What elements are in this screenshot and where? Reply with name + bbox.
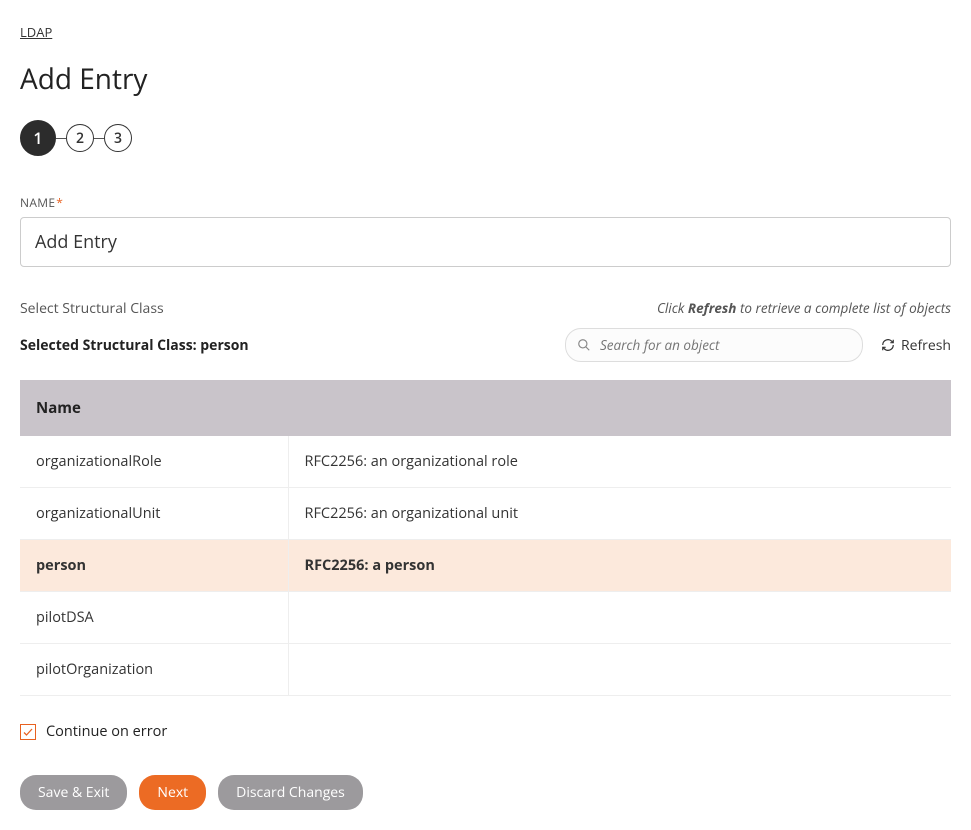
table-row[interactable]: pilotOrganization	[20, 644, 951, 696]
step-connector	[94, 138, 104, 139]
step-3[interactable]: 3	[104, 124, 132, 152]
class-name-cell: person	[20, 540, 288, 592]
table-row[interactable]: organizationalRoleRFC2256: an organizati…	[20, 436, 951, 488]
refresh-icon	[881, 338, 895, 352]
breadcrumb-ldap[interactable]: LDAP	[20, 23, 52, 41]
check-icon	[22, 726, 34, 738]
select-structural-class-title: Select Structural Class	[20, 299, 164, 318]
required-mark: *	[56, 194, 63, 211]
table-row[interactable]: organizationalUnitRFC2256: an organizati…	[20, 488, 951, 540]
class-name-cell: pilotDSA	[20, 592, 288, 644]
class-desc-cell	[288, 592, 951, 644]
page-title: Add Entry	[20, 60, 951, 98]
refresh-hint: Click Refresh to retrieve a complete lis…	[657, 299, 951, 317]
name-field-label: NAME*	[20, 194, 951, 211]
table-header-name[interactable]: Name	[20, 380, 288, 436]
save-exit-button[interactable]: Save & Exit	[20, 775, 127, 810]
search-input[interactable]	[565, 328, 863, 362]
table-header-desc	[288, 380, 951, 436]
class-name-cell: organizationalRole	[20, 436, 288, 488]
step-1[interactable]: 1	[20, 120, 56, 156]
class-name-cell: pilotOrganization	[20, 644, 288, 696]
class-desc-cell: RFC2256: an organizational role	[288, 436, 951, 488]
table-row[interactable]: personRFC2256: a person	[20, 540, 951, 592]
class-desc-cell: RFC2256: an organizational unit	[288, 488, 951, 540]
search-icon	[577, 338, 591, 352]
structural-class-table: Name organizationalRoleRFC2256: an organ…	[20, 380, 951, 696]
selected-structural-class: Selected Structural Class: person	[20, 336, 249, 355]
class-name-cell: organizationalUnit	[20, 488, 288, 540]
continue-on-error-label: Continue on error	[46, 722, 167, 741]
refresh-button[interactable]: Refresh	[881, 336, 951, 355]
next-button[interactable]: Next	[139, 775, 206, 810]
refresh-button-label: Refresh	[901, 336, 951, 355]
name-input[interactable]	[20, 217, 951, 267]
table-row[interactable]: pilotDSA	[20, 592, 951, 644]
class-desc-cell	[288, 644, 951, 696]
class-desc-cell: RFC2256: a person	[288, 540, 951, 592]
step-2[interactable]: 2	[66, 124, 94, 152]
discard-changes-button[interactable]: Discard Changes	[218, 775, 363, 810]
step-connector	[56, 138, 66, 139]
stepper: 1 2 3	[20, 120, 951, 156]
continue-on-error-checkbox[interactable]	[20, 724, 36, 740]
